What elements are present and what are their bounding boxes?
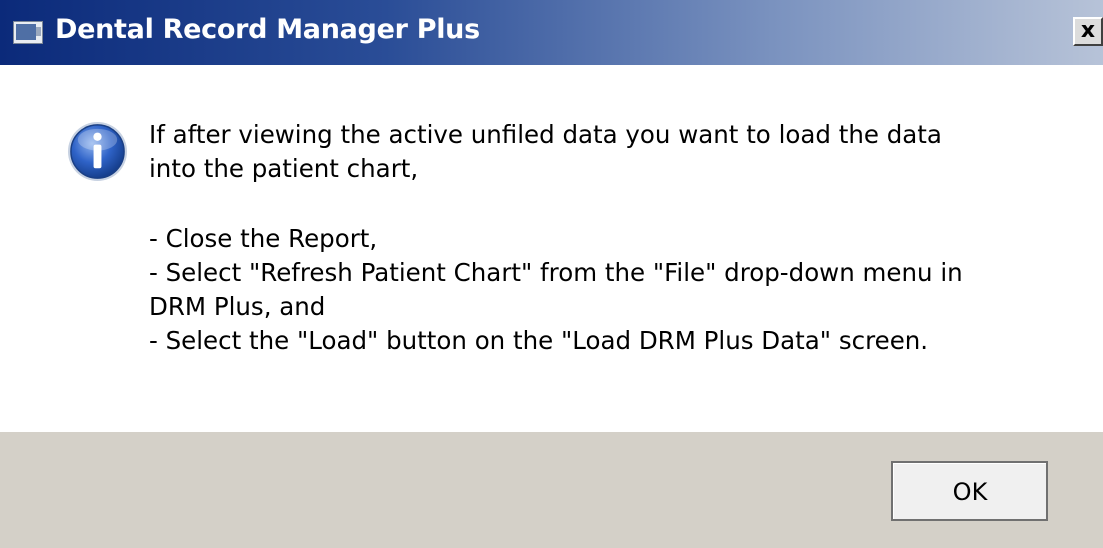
- message-line: into the patient chart,: [149, 154, 419, 183]
- message-line: - Select "Refresh Patient Chart" from th…: [149, 258, 963, 287]
- message-line: - Close the Report,: [149, 224, 378, 253]
- window-title: Dental Record Manager Plus: [55, 14, 480, 45]
- message-line: - Select the "Load" button on the "Load …: [149, 326, 929, 355]
- title-bar: Dental Record Manager Plus x: [0, 0, 1103, 65]
- ok-button[interactable]: OK: [891, 461, 1048, 521]
- message-line: DRM Plus, and: [149, 292, 326, 321]
- info-icon: [67, 121, 128, 182]
- message-line: If after viewing the active unfiled data…: [149, 120, 942, 149]
- close-button[interactable]: x: [1073, 17, 1103, 46]
- dialog-message: If after viewing the active unfiled data…: [149, 118, 1079, 358]
- message-spacer: [149, 186, 1079, 222]
- app-icon: [13, 21, 43, 44]
